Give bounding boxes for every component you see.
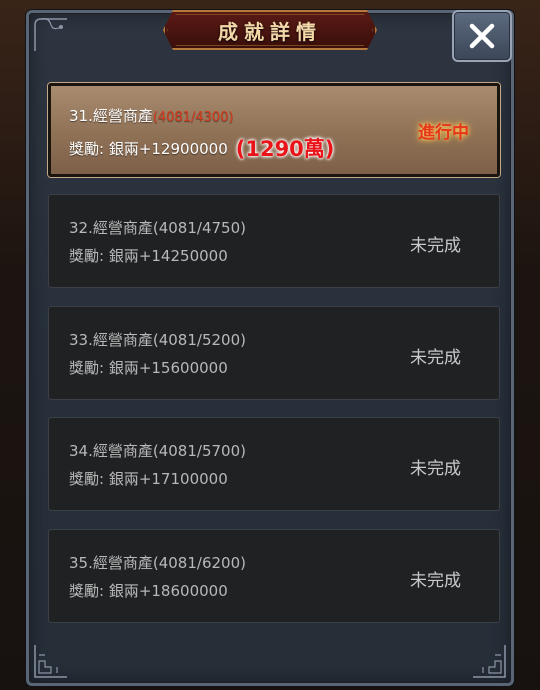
achievement-progress: (4081/4750) xyxy=(152,219,246,237)
achievement-card-31[interactable]: 31.經營商產(4081/4300) 獎勵: 銀兩+12900000 (1290萬… xyxy=(48,83,500,177)
achievement-progress: (4081/4300) xyxy=(152,110,234,125)
achievement-reward: 獎勵: 銀兩+17100000 xyxy=(69,470,228,488)
corner-ornament-icon xyxy=(34,645,67,678)
achievement-progress: (4081/5700) xyxy=(152,442,246,460)
dialog-title: 成就詳情 xyxy=(218,19,322,44)
close-icon xyxy=(469,23,495,49)
achievement-status: 未完成 xyxy=(410,571,461,591)
achievement-progress: (4081/5200) xyxy=(152,331,246,349)
achievement-status: 未完成 xyxy=(410,236,461,256)
achievement-card-33[interactable]: 33.經營商產(4081/5200) 獎勵: 銀兩+15600000 未完成 xyxy=(48,306,500,400)
achievement-status: 未完成 xyxy=(410,459,461,479)
achievement-card-34[interactable]: 34.經營商產(4081/5700) 獎勵: 銀兩+17100000 未完成 xyxy=(48,417,500,511)
close-button[interactable] xyxy=(452,10,512,62)
achievement-card-35[interactable]: 35.經營商產(4081/6200) 獎勵: 銀兩+18600000 未完成 xyxy=(48,529,500,623)
corner-ornament-icon xyxy=(34,18,67,51)
reward-annotation: (1290萬) xyxy=(235,137,335,161)
dialog-title-plate: 成就詳情 xyxy=(163,10,377,50)
achievement-reward: 獎勵: 銀兩+15600000 xyxy=(69,359,228,377)
corner-ornament-icon xyxy=(473,645,506,678)
achievement-card-32[interactable]: 32.經營商產(4081/4750) 獎勵: 銀兩+14250000 未完成 xyxy=(48,194,500,288)
achievement-name: 32.經營商產(4081/4750) xyxy=(69,219,246,237)
achievement-reward: 獎勵: 銀兩+14250000 xyxy=(69,247,228,265)
achievement-name: 33.經營商產(4081/5200) xyxy=(69,331,246,349)
achievement-name: 31.經營商產(4081/4300) xyxy=(69,107,234,125)
achievement-status: 未完成 xyxy=(410,348,461,368)
achievement-progress: (4081/6200) xyxy=(152,554,246,572)
achievement-reward: 獎勵: 銀兩+18600000 xyxy=(69,582,228,600)
achievement-name: 35.經營商產(4081/6200) xyxy=(69,554,246,572)
achievement-name: 34.經營商產(4081/5700) xyxy=(69,442,246,460)
achievement-status-in-progress: 進行中 xyxy=(418,123,469,143)
achievement-reward: 獎勵: 銀兩+12900000 (1290萬) xyxy=(69,137,335,161)
